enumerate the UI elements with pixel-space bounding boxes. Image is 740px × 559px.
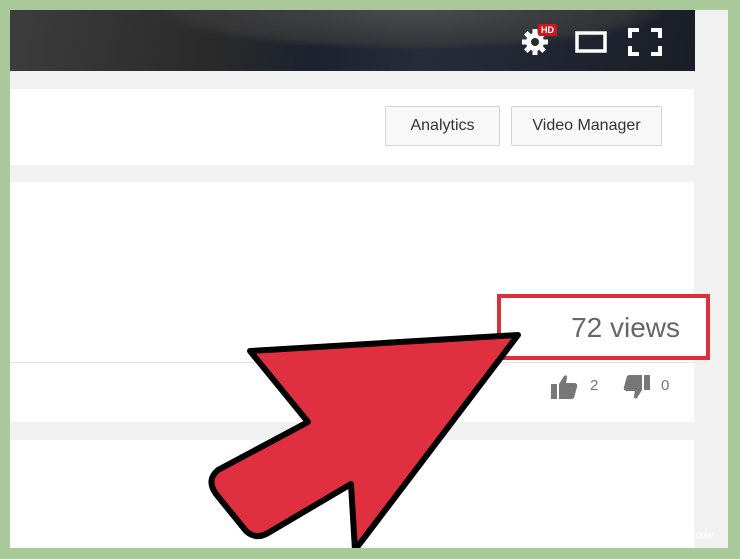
pointer-arrow [208, 332, 521, 548]
screenshot-frame: HD Analytics Video Manager 2 0 72 views … [10, 10, 728, 548]
watermark-how: How [684, 527, 714, 543]
arrow-shape [208, 332, 521, 548]
watermark-wiki: wiki [657, 527, 684, 543]
watermark: wikiHow [657, 527, 714, 544]
